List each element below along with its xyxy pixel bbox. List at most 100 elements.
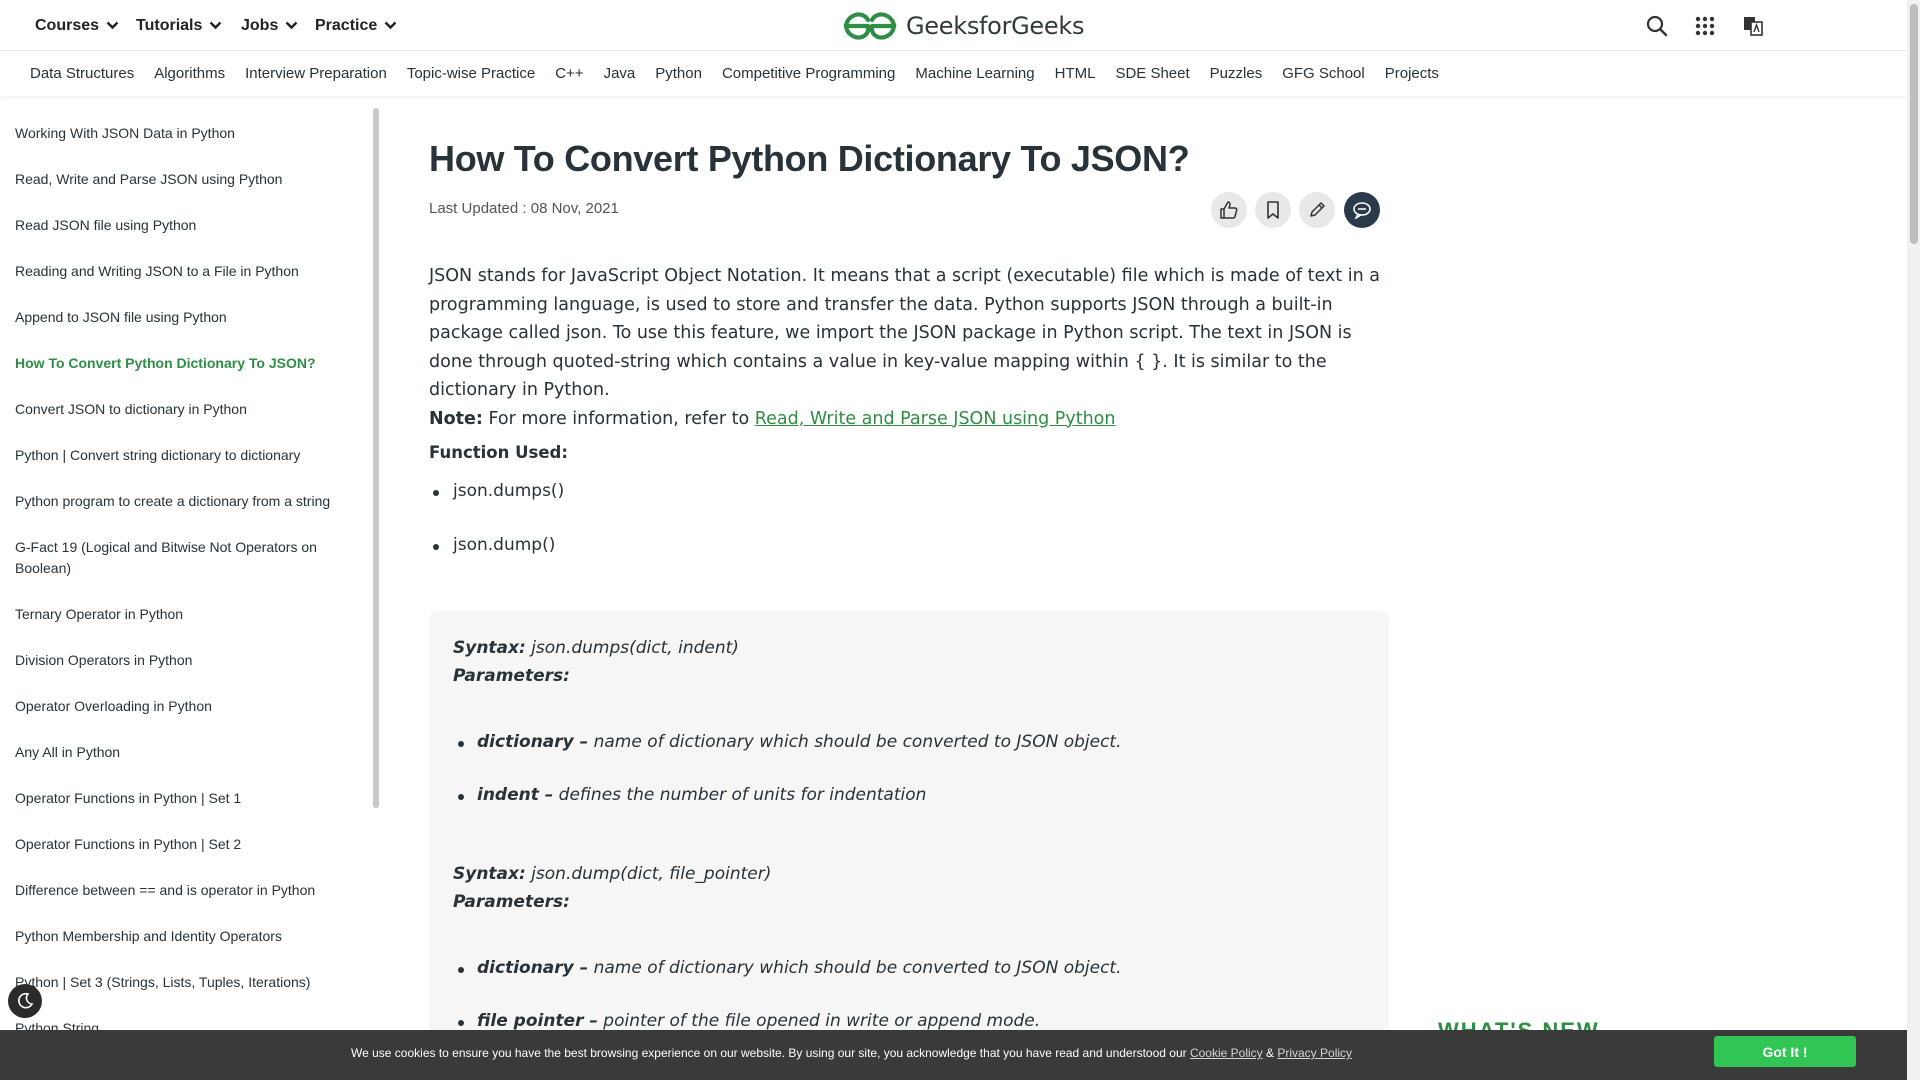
last-updated: Last Updated : 08 Nov, 2021: [429, 200, 619, 217]
subnav-html[interactable]: HTML: [1055, 65, 1096, 82]
syntax-dumps-code: json.dumps(dict, indent): [525, 638, 739, 658]
subnav-competitive-programming[interactable]: Competitive Programming: [722, 65, 895, 82]
cookie-text: We use cookies to ensure you have the be…: [351, 1046, 1352, 1060]
syntax-label: Syntax:: [453, 638, 526, 658]
translate-button[interactable]: [1739, 12, 1767, 40]
param-name: dictionary –: [477, 732, 589, 752]
topic-navbar: Data Structures Algorithms Interview Pre…: [0, 51, 1907, 96]
intro-paragraph: JSON stands for JavaScript Object Notati…: [429, 266, 1380, 400]
parameters-label-text: Parameters:: [453, 666, 570, 686]
sidebar-item[interactable]: Working With JSON Data in Python: [15, 123, 355, 144]
note-label: Note:: [429, 408, 483, 429]
functions-heading: Function Used:: [429, 443, 568, 462]
syntax-dumps: Syntax: json.dumps(dict, indent): [453, 638, 739, 658]
sidebar-item[interactable]: Python | Set 3 (Strings, Lists, Tuples, …: [15, 972, 355, 993]
function-item: json.dumps(): [432, 481, 565, 501]
chat-icon: [1353, 202, 1371, 219]
cookie-amp: &: [1262, 1046, 1278, 1060]
jobs-label: Jobs: [241, 16, 279, 34]
search-icon: [1646, 15, 1668, 37]
top-navbar: Courses Tutorials Jobs Practice Geeksfor…: [0, 0, 1907, 51]
subnav-gfg-school[interactable]: GFG School: [1282, 65, 1365, 82]
sidebar-item[interactable]: Reading and Writing JSON to a File in Py…: [15, 261, 355, 282]
chevron-down-icon: [106, 21, 119, 30]
note-paragraph: Note: For more information, refer to Rea…: [429, 405, 1389, 434]
subnav-sde-sheet[interactable]: SDE Sheet: [1115, 65, 1189, 82]
param-name: dictionary –: [477, 958, 589, 978]
subnav-topic-wise-practice[interactable]: Topic-wise Practice: [407, 65, 535, 82]
syntax-label: Syntax:: [453, 864, 526, 884]
dark-mode-toggle[interactable]: [8, 984, 42, 1018]
sidebar-item[interactable]: Append to JSON file using Python: [15, 307, 355, 328]
apps-button[interactable]: [1691, 12, 1719, 40]
param-desc: name of dictionary which should be conve…: [588, 958, 1122, 978]
practice-label: Practice: [315, 16, 378, 34]
tutorials-label: Tutorials: [136, 16, 203, 34]
param-desc: name of dictionary which should be conve…: [588, 732, 1122, 752]
subnav-cpp[interactable]: C++: [555, 65, 583, 82]
brand-name: GeeksforGeeks: [906, 12, 1085, 40]
param-name: indent –: [477, 785, 554, 805]
param-item: indent – defines the number of units for…: [457, 785, 927, 805]
sidebar-item[interactable]: G-Fact 19 (Logical and Bitwise Not Opera…: [15, 537, 355, 579]
sidebar-item[interactable]: Convert JSON to dictionary in Python: [15, 399, 355, 420]
related-articles-sidebar: Working With JSON Data in Python Read, W…: [0, 108, 374, 1050]
courses-label: Courses: [35, 16, 100, 34]
subnav-projects[interactable]: Projects: [1385, 65, 1439, 82]
sidebar-item[interactable]: Any All in Python: [15, 742, 355, 763]
translate-icon: [1744, 17, 1763, 36]
sidebar-item[interactable]: Ternary Operator in Python: [15, 604, 355, 625]
chevron-down-icon: [384, 21, 397, 30]
param-item: dictionary – name of dictionary which sh…: [458, 732, 1122, 752]
sidebar-item[interactable]: Difference between == and is operator in…: [15, 880, 355, 901]
article-intro: JSON stands for JavaScript Object Notati…: [429, 262, 1389, 433]
param-name: file pointer –: [477, 1011, 598, 1031]
parameters-label: Parameters:: [453, 666, 570, 686]
subnav-interview-preparation[interactable]: Interview Preparation: [245, 65, 387, 82]
privacy-policy-link[interactable]: Privacy Policy: [1277, 1046, 1352, 1060]
pencil-icon: [1310, 202, 1325, 217]
jobs-menu[interactable]: Jobs: [241, 0, 298, 51]
subnav-puzzles[interactable]: Puzzles: [1210, 65, 1263, 82]
practice-menu[interactable]: Practice: [315, 0, 397, 51]
site-logo[interactable]: GeeksforGeeks: [842, 10, 1084, 42]
courses-menu[interactable]: Courses: [35, 0, 119, 51]
sidebar-item[interactable]: Read JSON file using Python: [15, 215, 355, 236]
sidebar-item[interactable]: Operator Functions in Python | Set 1: [15, 788, 355, 809]
parameters-label: Parameters:: [453, 892, 570, 912]
subnav-python[interactable]: Python: [655, 65, 702, 82]
search-button[interactable]: [1643, 12, 1671, 40]
tutorials-menu[interactable]: Tutorials: [136, 0, 222, 51]
sidebar-item[interactable]: Python | Convert string dictionary to di…: [15, 445, 355, 466]
article-title: How To Convert Python Dictionary To JSON…: [429, 138, 1190, 179]
parameters-label-text: Parameters:: [453, 892, 570, 912]
subnav-machine-learning[interactable]: Machine Learning: [915, 65, 1034, 82]
subnav-java[interactable]: Java: [604, 65, 636, 82]
subnav-data-structures[interactable]: Data Structures: [30, 65, 134, 82]
moon-icon: [18, 992, 34, 1009]
got-it-button[interactable]: Got It !: [1714, 1036, 1856, 1067]
subnav-algorithms[interactable]: Algorithms: [154, 65, 225, 82]
syntax-dump-code: json.dump(dict, file_pointer): [525, 864, 772, 884]
param-item: file pointer – pointer of the file opene…: [457, 1011, 1040, 1031]
chevron-down-icon: [285, 21, 298, 30]
sidebar-item[interactable]: Python program to create a dictionary fr…: [15, 491, 355, 512]
sidebar-item-active[interactable]: How To Convert Python Dictionary To JSON…: [15, 353, 355, 374]
comments-button[interactable]: [1344, 192, 1380, 228]
cookie-policy-link[interactable]: Cookie Policy: [1190, 1046, 1263, 1060]
sidebar-item[interactable]: Operator Functions in Python | Set 2: [15, 834, 355, 855]
cookie-banner: We use cookies to ensure you have the be…: [0, 1030, 1907, 1080]
edit-button[interactable]: [1299, 192, 1335, 228]
param-desc: defines the number of units for indentat…: [553, 785, 927, 805]
sidebar-item[interactable]: Operator Overloading in Python: [15, 696, 355, 717]
note-link[interactable]: Read, Write and Parse JSON using Python: [755, 409, 1116, 429]
sidebar-item[interactable]: Python Membership and Identity Operators: [15, 926, 355, 947]
sidebar-item[interactable]: Division Operators in Python: [15, 650, 355, 671]
bookmark-button[interactable]: [1255, 192, 1291, 228]
bookmark-icon: [1267, 201, 1279, 219]
sidebar-scrollbar[interactable]: [373, 108, 379, 808]
like-button[interactable]: [1211, 192, 1247, 228]
page-scrollbar-thumb[interactable]: [1910, 4, 1918, 244]
syntax-box: [429, 611, 1389, 1071]
sidebar-item[interactable]: Read, Write and Parse JSON using Python: [15, 169, 355, 190]
